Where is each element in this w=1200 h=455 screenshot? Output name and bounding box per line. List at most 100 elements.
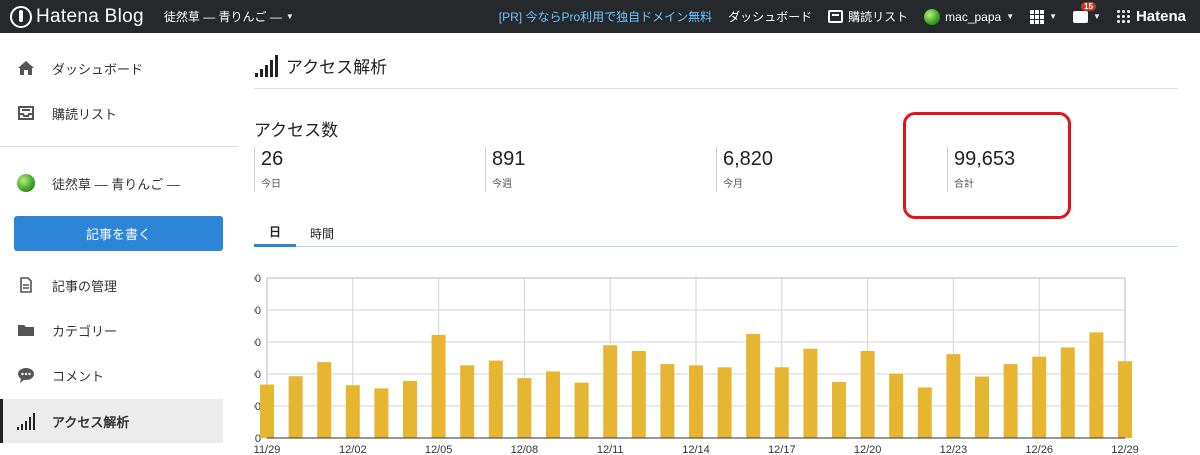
notifications-button[interactable]: 15 ▼ <box>1073 1 1101 23</box>
reader-list-label: 購読リスト <box>848 10 909 24</box>
username: mac_papa <box>945 9 1002 24</box>
logo-text: Hatena Blog <box>36 5 144 27</box>
y-tick-label: 400 <box>254 305 261 317</box>
stat-month: 6,820 今月 <box>716 147 773 192</box>
blog-name: 徒然草 — 青りんご — <box>163 10 282 24</box>
apple-avatar-icon <box>16 173 36 193</box>
comment-icon <box>16 365 36 385</box>
x-tick-label: 12/23 <box>940 444 968 455</box>
bar <box>889 373 904 438</box>
x-tick-label: 12/08 <box>511 444 539 455</box>
header-divider <box>254 88 1178 89</box>
access-bar-chart: 010020030040050011/2912/0212/0512/0812/1… <box>254 273 1139 455</box>
bar <box>660 364 675 438</box>
sidebar-item-access-analysis[interactable]: アクセス解析 <box>0 399 223 443</box>
hatena-blog-logo-icon <box>10 5 32 28</box>
sidebar-item-label: アクセス解析 <box>52 414 130 430</box>
sidebar-item-dashboard[interactable]: ダッシュボード <box>0 46 223 90</box>
stat-label: 今月 <box>723 179 743 190</box>
x-tick-label: 11/29 <box>254 444 280 455</box>
sidebar-item-category[interactable]: カテゴリー <box>0 308 223 352</box>
document-icon <box>16 275 36 295</box>
x-tick-label: 12/02 <box>339 444 367 455</box>
bar <box>1118 361 1132 438</box>
sidebar-item-comment[interactable]: コメント <box>0 353 223 397</box>
bar <box>803 348 818 438</box>
y-tick-label: 300 <box>254 337 261 349</box>
sidebar-divider <box>0 146 238 147</box>
tab-day[interactable]: 日 <box>254 219 296 247</box>
speech-bubble-icon: 15 <box>1073 1 1096 23</box>
user-menu[interactable]: mac_papa ▼ <box>924 8 1015 25</box>
sidebar-item-blog[interactable]: 徒然草 — 青りんご — <box>0 161 223 205</box>
y-tick-label: 200 <box>254 369 261 381</box>
inbox-icon <box>16 103 36 123</box>
bar <box>288 376 303 438</box>
home-icon <box>16 58 36 78</box>
blog-selector[interactable]: 徒然草 — 青りんご — ▼ <box>164 8 294 25</box>
page-title: アクセス解析 <box>286 58 388 77</box>
bar <box>1089 332 1104 438</box>
caret-down-icon: ▼ <box>1093 12 1101 21</box>
bar <box>917 387 932 438</box>
x-tick-label: 12/05 <box>425 444 453 455</box>
stat-value: 26 <box>261 148 284 170</box>
signal-bars-icon <box>255 54 278 77</box>
bar <box>403 381 417 438</box>
bar <box>746 334 761 438</box>
bar <box>946 354 961 438</box>
sidebar: ダッシュボード 購読リスト 徒然草 — 青りんご — 記事を書く 記事の管理 カ… <box>0 33 238 455</box>
pr-link[interactable]: [PR] 今ならPro利用で独自ドメイン無料 <box>499 8 712 25</box>
x-tick-label: 12/17 <box>768 444 796 455</box>
bar <box>345 385 360 438</box>
bar <box>975 376 989 438</box>
apps-menu[interactable]: ▼ <box>1030 9 1058 24</box>
bar <box>260 384 274 438</box>
sidebar-item-label: コメント <box>52 368 105 384</box>
tab-hour[interactable]: 時間 <box>300 219 344 247</box>
bar <box>689 365 703 438</box>
user-avatar-icon <box>924 8 941 25</box>
x-tick-label: 12/29 <box>1111 444 1139 455</box>
x-tick-label: 12/11 <box>597 444 624 455</box>
bar <box>860 350 875 438</box>
hatena-blog-logo[interactable]: Hatena Blog <box>10 5 144 28</box>
bar <box>1060 347 1075 438</box>
hatena-dots-icon <box>1116 10 1130 23</box>
bar <box>546 371 560 438</box>
stat-value: 891 <box>492 148 526 170</box>
sidebar-item-label: 購読リスト <box>52 106 118 122</box>
brand-name: Hatena <box>1135 8 1186 25</box>
bar <box>1032 356 1047 438</box>
x-tick-label: 12/14 <box>682 444 710 455</box>
sidebar-item-reader-list[interactable]: 購読リスト <box>0 91 223 135</box>
bar <box>317 362 332 438</box>
reader-list-link[interactable]: 購読リスト <box>828 8 908 25</box>
y-tick-label: 500 <box>254 273 261 285</box>
bar <box>374 388 389 438</box>
stat-label: 今日 <box>261 179 281 190</box>
grid-icon <box>1030 9 1045 24</box>
caret-down-icon: ▼ <box>1006 12 1015 21</box>
dashboard-link[interactable]: ダッシュボード <box>728 8 812 25</box>
notification-badge: 15 <box>1081 1 1096 11</box>
bar <box>488 360 503 438</box>
bar <box>774 367 789 438</box>
write-article-button[interactable]: 記事を書く <box>14 216 223 251</box>
x-tick-label: 12/26 <box>1025 444 1053 455</box>
bar <box>603 345 618 438</box>
y-tick-label: 100 <box>254 401 261 413</box>
sidebar-item-manage-articles[interactable]: 記事の管理 <box>0 263 223 307</box>
sidebar-item-label: 記事の管理 <box>52 278 118 294</box>
page-header: アクセス解析 <box>254 53 387 78</box>
section-title: アクセス数 <box>254 121 339 140</box>
hatena-brand-link[interactable]: Hatena <box>1116 8 1186 25</box>
stat-label: 今週 <box>492 179 512 190</box>
stat-week: 891 今週 <box>485 147 525 192</box>
bar <box>574 382 589 438</box>
caret-down-icon: ▼ <box>1049 12 1058 21</box>
bar <box>832 382 846 438</box>
stat-value: 6,820 <box>723 148 774 170</box>
bar <box>460 365 475 438</box>
sidebar-item-label: カテゴリー <box>52 323 118 339</box>
